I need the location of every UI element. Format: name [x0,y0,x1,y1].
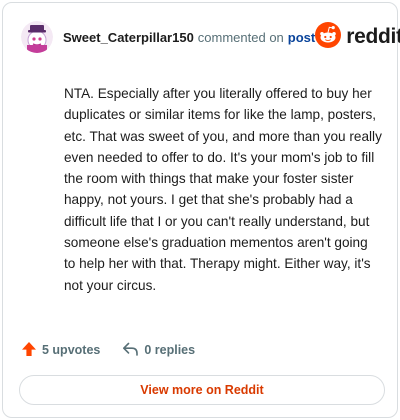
comment-body: NTA. Especially after you literally offe… [64,86,382,293]
upvote-count: 5 upvotes [42,343,101,357]
comment-embed-card: Sweet_Caterpillar150 commented on post r… [2,2,400,418]
commented-on-text: commented on [197,29,284,45]
reddit-snoo-icon [315,21,342,53]
reply-count: 0 replies [144,343,196,357]
comment-header: Sweet_Caterpillar150 commented on post r… [21,19,400,55]
upvote-arrow-icon [21,341,37,360]
comment-meta: Sweet_Caterpillar150 commented on post [63,30,315,45]
upvote-button[interactable]: 5 upvotes [21,341,100,360]
reddit-wordmark: reddit [346,25,400,48]
post-link[interactable]: post [288,30,315,45]
username-link[interactable]: Sweet_Caterpillar150 [63,30,194,45]
view-more-label: View more on Reddit [140,383,264,397]
reply-icon [122,341,139,360]
replies-button[interactable]: 0 replies [122,341,195,360]
user-avatar-icon[interactable] [21,21,53,53]
reddit-brand[interactable]: reddit [315,21,400,53]
comment-actions: 5 upvotes 0 replies [21,340,195,360]
view-more-button[interactable]: View more on Reddit [19,375,385,405]
